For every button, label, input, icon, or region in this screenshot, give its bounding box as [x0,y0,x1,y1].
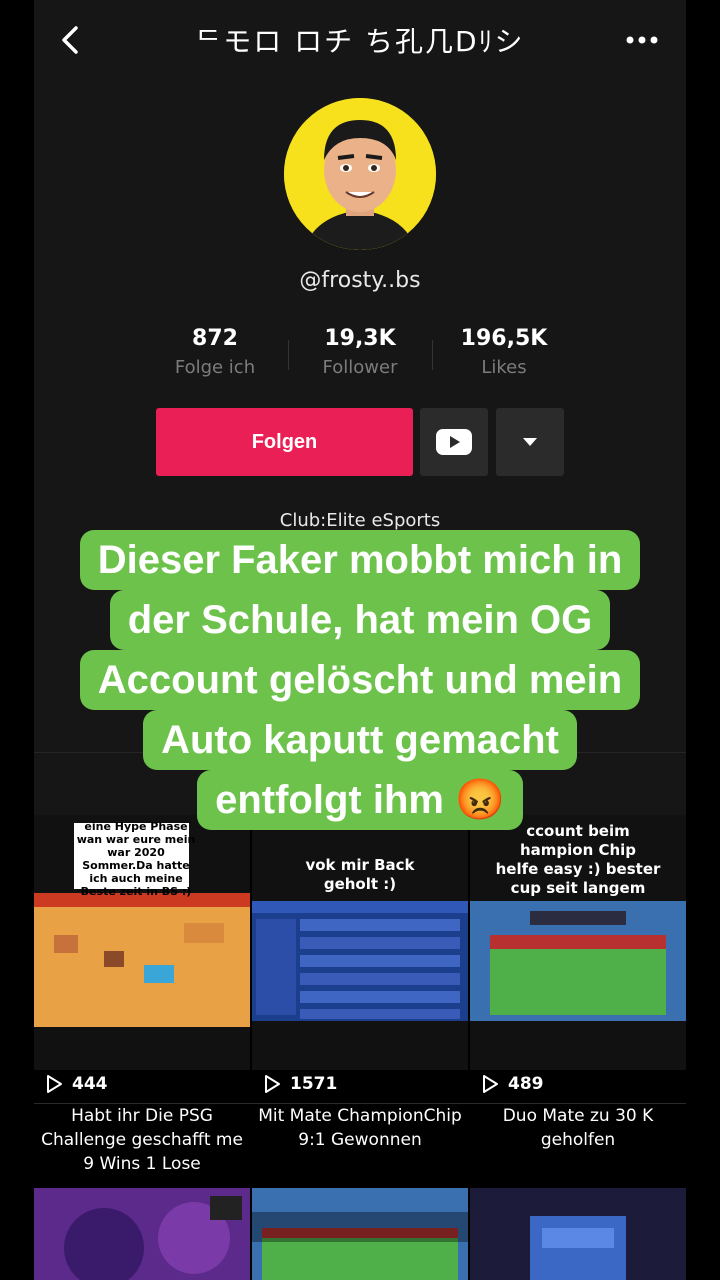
video-view-count: 489 [480,1074,544,1094]
more-options-icon[interactable] [620,24,664,56]
view-count-value: 1571 [290,1074,338,1094]
stat-followers[interactable]: 19,3K Follower [290,326,430,378]
caption-line: der Schule, hat mein OG [109,590,611,650]
caption-overlay: Dieser Faker mobbt mich in der Schule, h… [40,530,680,830]
stat-following-value: 872 [192,326,238,351]
youtube-icon [436,429,472,455]
youtube-link-button[interactable] [420,408,488,476]
video-view-count: 1571 [262,1074,337,1094]
video-thumbnail[interactable] [252,1188,468,1280]
stat-following[interactable]: 872 Folge ich [145,326,285,378]
suggested-accounts-button[interactable] [496,408,564,476]
profile-title: ᄃモロ ロチ ち孔几Dﾘシ [195,25,525,58]
video-description: Habt ihr Die PSG Challenge geschafft me … [41,1106,243,1174]
play-icon [483,1075,498,1093]
video-thumbnail[interactable] [252,815,468,1070]
play-icon [47,1075,62,1093]
stat-likes[interactable]: 196,5K Likes [434,326,574,378]
video-thumbnail[interactable] [34,1188,250,1280]
caption-line: Account gelöscht und mein [79,650,641,710]
stat-following-label: Folge ich [174,357,256,378]
play-icon [265,1075,280,1093]
stat-divider [288,340,289,370]
caption-line: Dieser Faker mobbt mich in [79,530,641,590]
video-thumbnail[interactable] [470,1188,686,1280]
avatar[interactable] [284,98,436,250]
stat-followers-label: Follower [322,357,398,378]
follow-button[interactable]: Folgen [156,408,413,476]
video-overlay-text: ccount beim hampion Chip helfe easy :) b… [495,822,661,897]
video-overlay-text: vok mir Back geholt :) [305,856,415,893]
username-handle: @frosty..bs [299,268,421,293]
stat-likes-label: Likes [481,357,527,378]
view-count-value: 444 [72,1074,108,1094]
video-overlay-text: eine Hype Phase wan war eure mein war 20… [76,820,196,898]
profile-bio: Club:Elite eSports [279,510,441,531]
video-description: Duo Mate zu 30 K geholfen [502,1106,654,1150]
view-count-value: 489 [508,1074,544,1094]
stat-likes-value: 196,5K [460,326,548,351]
caret-down-icon [523,438,537,446]
caption-line: Auto kaputt gemacht [143,710,577,770]
top-bar: ᄃモロ ロチ ち孔几Dﾘシ [0,0,720,80]
back-arrow-icon[interactable] [56,20,88,60]
stat-followers-value: 19,3K [324,326,396,351]
caption-line: entfolgt ihm 😡 [197,770,523,830]
video-description: Mit Mate ChampionChip 9:1 Gewonnen [258,1106,462,1150]
video-view-count: 444 [44,1074,108,1094]
stat-divider [432,340,433,370]
